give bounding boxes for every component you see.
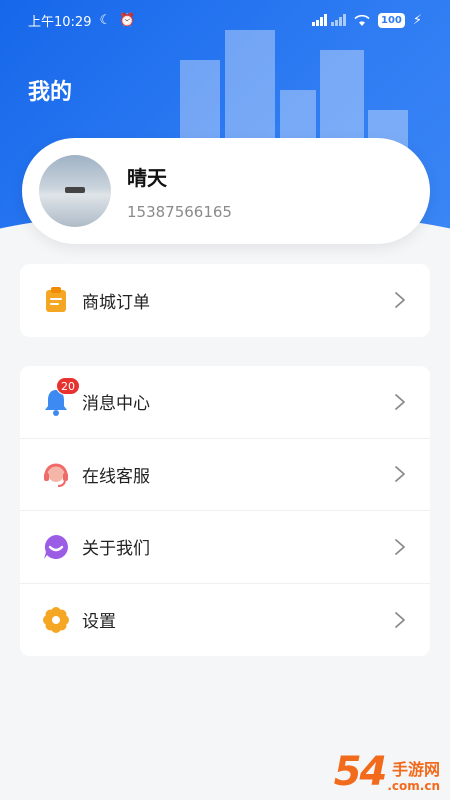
menu-item-label: 设置 [82, 612, 116, 633]
status-time: 上午10:29 [28, 14, 92, 30]
chevron-right-icon [395, 611, 405, 628]
menu-item-settings[interactable]: 设置 [20, 584, 430, 657]
menu-item-mall-orders[interactable]: 商城订单 [20, 264, 430, 337]
signal-icon [311, 14, 346, 26]
menu-item-label: 商城订单 [82, 292, 150, 313]
menu-item-about-us[interactable]: 关于我们 [20, 511, 430, 584]
chat-bubble-icon [42, 533, 70, 561]
chevron-right-icon [395, 466, 405, 483]
watermark-logo: 54 手游网 .com.cn [334, 752, 440, 792]
watermark-url: .com.cn [387, 779, 440, 793]
menu-item-label: 在线客服 [82, 466, 150, 487]
headset-icon [42, 460, 70, 488]
alarm-icon: ⏰ [119, 12, 136, 28]
user-phone: 15387566165 [127, 202, 232, 221]
profile-card[interactable]: 晴天 15387566165 [22, 138, 430, 244]
watermark-number: 54 [333, 749, 388, 795]
watermark-site-name: 手游网 [391, 760, 440, 779]
menu-item-label: 关于我们 [82, 539, 150, 560]
page-title: 我的 [28, 80, 73, 105]
menu-item-label: 消息中心 [82, 394, 150, 415]
wifi-icon [354, 14, 370, 26]
gear-icon [42, 606, 70, 634]
orders-card: 商城订单 [20, 264, 430, 337]
notification-badge: 20 [56, 377, 80, 395]
user-name: 晴天 [127, 165, 167, 190]
moon-icon: ☾ [99, 12, 112, 28]
chevron-right-icon [395, 538, 405, 555]
clipboard-icon [42, 286, 70, 314]
menu-item-message-center[interactable]: 20 消息中心 [20, 366, 430, 439]
chevron-right-icon [395, 393, 405, 410]
menu-item-online-service[interactable]: 在线客服 [20, 439, 430, 511]
status-bar: 上午10:29 ☾ ⏰ 100 ⚡ [0, 0, 450, 40]
chevron-right-icon [395, 292, 405, 309]
battery-indicator: 100 [377, 12, 405, 28]
charging-icon: ⚡ [412, 12, 422, 28]
avatar[interactable] [39, 155, 111, 227]
menu-card: 20 消息中心 在线客服 关于我们 设置 [20, 366, 430, 656]
